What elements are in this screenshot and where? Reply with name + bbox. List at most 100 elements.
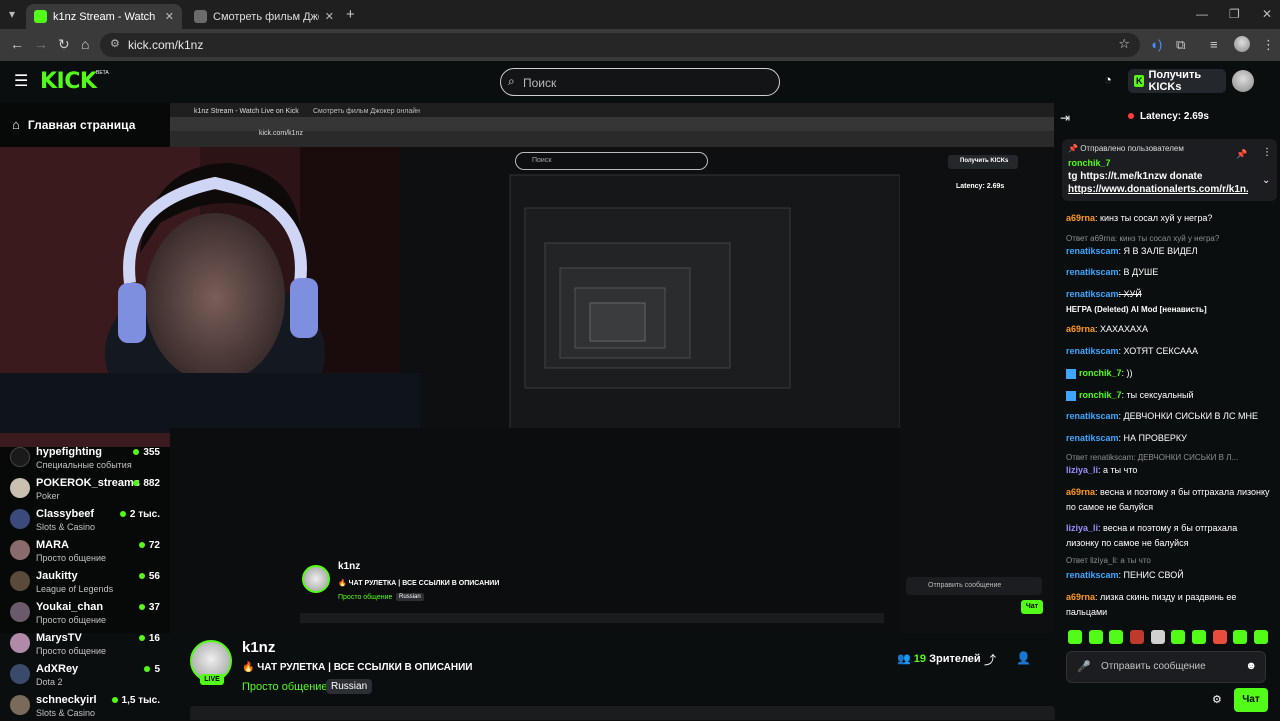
maximize-button[interactable]: ❐ [1229,7,1240,21]
home-icon[interactable]: ⌂ [81,36,89,52]
chat-reply-ref[interactable]: Ответ renatikscam: ДЕВЧОНКИ СИСЬКИ В Л..… [1066,453,1270,462]
chat-username[interactable]: renatikscam [1066,346,1119,356]
pinned-user[interactable]: ronchik_7 [1068,158,1111,168]
emoji-icon[interactable]: ☻ [1245,660,1257,672]
close-icon[interactable]: ✕ [165,10,174,23]
chat-username[interactable]: renatikscam [1066,570,1119,580]
chat-input[interactable]: 🎤 Отправить сообщение ☻ [1066,651,1266,683]
omnibox[interactable]: ⚙ kick.com/k1nz ☆ [100,33,1140,57]
notifications-icon[interactable]: ◔ [1104,72,1112,87]
emote-icon[interactable] [1150,630,1165,644]
window-close-button[interactable]: ✕ [1262,7,1272,21]
tab-title: k1nz Stream - Watch Live on Kick [53,10,159,23]
stream-category[interactable]: Просто общение [242,681,328,693]
emote-icon[interactable] [1129,630,1144,644]
sidebar-channel[interactable]: POKEROK_streams Poker 882 [10,474,160,504]
emote-icon[interactable] [1191,630,1206,644]
forward-icon[interactable]: → [34,36,48,52]
kick-logo[interactable]: KICK [40,69,97,94]
media-icon[interactable]: ≡ [1210,37,1218,52]
channel-viewers: 2 тыс. [119,509,160,520]
tab-kick[interactable]: k1nz Stream - Watch Live on Kick ✕ [26,4,182,29]
streamer-name[interactable]: k1nz [242,639,275,656]
microphone-icon[interactable]: 🎤 [1077,660,1091,673]
kick-favicon-icon [34,10,47,23]
chat-settings-gear-icon[interactable]: ⚙ [1212,693,1222,706]
chat-username[interactable]: a69rna [1066,487,1095,497]
minimize-button[interactable]: — [1196,7,1208,21]
sidebar-channel[interactable]: Classybeef Slots & Casino 2 тыс. [10,505,160,535]
hamburger-menu-icon[interactable]: ☰ [14,71,28,91]
badge-icon [1066,390,1076,401]
sidebar-channel[interactable]: schneckyirl Slots & Casino 1,5 тыс. [10,691,160,721]
user-avatar[interactable] [1232,70,1254,92]
url-text[interactable]: kick.com/k1nz [128,38,203,52]
follow-user-icon[interactable]: 👤 [1016,651,1031,665]
profile-avatar[interactable] [1234,36,1250,52]
share-icon[interactable]: ⤴ [984,651,996,668]
get-kicks-button[interactable]: K Получить KICKs [1128,69,1226,93]
chat-username[interactable]: renatikscam [1066,246,1119,256]
tab-joker[interactable]: Смотреть фильм Джокер онлайн ✕ [186,4,342,29]
sidebar-channel[interactable]: hypefighting Специальные события 355 [10,443,160,473]
chat-username[interactable]: renatikscam [1066,267,1119,277]
nested-stream-name: k1nz [338,561,361,572]
back-icon[interactable]: ← [10,36,24,52]
follow-bar [190,706,1055,720]
extensions-puzzle-icon[interactable]: ⧉ [1176,37,1185,53]
sidebar-channel[interactable]: MarysTV Просто общение 16 [10,629,160,659]
nested-url: kick.com/k1nz [259,130,303,137]
site-info-icon[interactable]: ⚙ [110,37,120,50]
chat-username[interactable]: НЕГРА (Deleted) [1066,305,1129,314]
chat-username[interactable]: ronchik_7 [1079,390,1122,400]
chevron-down-icon[interactable]: ⌄ [1262,175,1270,186]
page-favicon-icon [194,10,207,23]
chat-reply-ref[interactable]: Ответ a69rna: кинз ты сосал хуй у негра? [1066,234,1270,243]
chat-username[interactable]: renatikscam [1066,411,1119,421]
channel-avatar [10,633,30,653]
chat-username[interactable]: renatikscam [1066,433,1119,443]
sidebar-channel[interactable]: Youkai_chan Просто общение 37 [10,598,160,628]
latency-indicator: Latency: 2.69s [1128,111,1209,122]
emote-icon[interactable] [1233,630,1248,644]
pinned-message: 📌 Отправлено пользователем ronchik_7 tg … [1062,139,1277,201]
close-icon[interactable]: ✕ [325,10,334,23]
menu-icon[interactable]: ⋮ [1262,37,1275,53]
chat-send-button[interactable]: Чат [1234,688,1268,712]
nested-tab-title: Смотреть фильм Джокер онлайн [313,108,421,115]
pinned-link[interactable]: https://www.donationalerts.com/r/k1n... [1068,184,1248,195]
new-tab-button[interactable]: + [346,6,355,23]
chat-username[interactable]: liziya_li [1066,465,1098,475]
chat-text: : В ДУШЕ [1118,267,1159,277]
chat-username[interactable]: liziya_li [1066,523,1098,533]
reload-icon[interactable]: ↻ [58,36,70,53]
chat-username[interactable]: ronchik_7 [1079,368,1122,378]
emote-icon[interactable] [1253,630,1268,644]
stream-language-tag[interactable]: Russian [326,679,373,694]
sidebar-channel[interactable]: MARA Просто общение 72 [10,536,160,566]
emote-icon[interactable] [1088,630,1103,644]
emote-icon[interactable] [1068,630,1082,644]
chat-username[interactable]: a69rna [1066,592,1095,602]
extension-icon[interactable]: ◖) [1150,37,1162,52]
chat-username[interactable]: a69rna [1066,213,1095,223]
channel-name: Youkai_chan [36,601,104,613]
viewers-icon: 👥 [897,653,911,665]
search-input[interactable]: ⌕ Поиск [500,68,780,96]
emote-icon[interactable] [1171,630,1186,644]
emote-icon[interactable] [1109,630,1124,644]
more-options-icon[interactable]: ⋮ [1262,147,1272,158]
bookmark-star-icon[interactable]: ☆ [1118,36,1130,52]
sidebar-channel[interactable]: AdXRey Dota 2 5 [10,660,160,690]
channel-name: AdXRey [36,663,79,675]
tab-search-icon[interactable]: ▾ [9,7,15,21]
pin-icon[interactable]: 📌 [1236,149,1247,160]
home-link[interactable]: ⌂ Главная страница [12,117,135,132]
emote-icon[interactable] [1212,630,1227,644]
collapse-chat-icon[interactable]: ⇥ [1060,111,1070,125]
chat-username[interactable]: a69rna [1066,324,1095,334]
viewer-label: Зрителей [929,653,981,665]
chat-reply-ref[interactable]: Ответ liziya_li: а ты что [1066,556,1270,565]
sidebar-channel[interactable]: Jaukitty League of Legends 56 [10,567,160,597]
chat-username[interactable]: renatikscam [1066,289,1119,299]
